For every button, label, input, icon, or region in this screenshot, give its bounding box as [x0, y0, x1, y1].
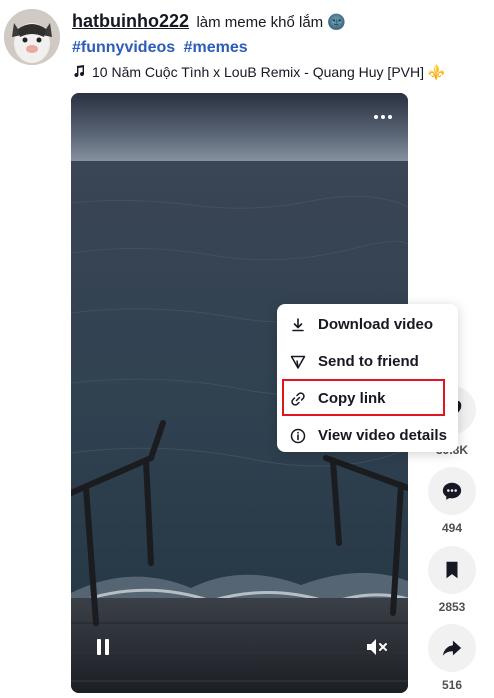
info-icon: [290, 428, 306, 444]
music-title: 10 Năm Cuộc Tình x LouB Remix - Quang Hu…: [92, 64, 446, 80]
hashtag-link[interactable]: #funnyvideos: [72, 39, 175, 56]
send-icon: [290, 354, 306, 370]
download-video-item[interactable]: Download video: [277, 306, 458, 343]
share-button[interactable]: [428, 624, 476, 672]
avatar[interactable]: [4, 9, 60, 65]
video-context-menu: Download video Send to friend Copy link …: [277, 304, 458, 452]
hashtag-link[interactable]: #memes: [184, 39, 248, 56]
comment-icon: [442, 482, 462, 500]
music-note-icon: [72, 64, 86, 81]
dot-icon: [374, 115, 378, 119]
share-arrow-icon: [442, 640, 462, 656]
copy-link-item[interactable]: Copy link: [277, 380, 458, 417]
share-count: 516: [441, 678, 463, 692]
menu-item-label: View video details: [318, 427, 447, 444]
download-icon: [290, 317, 306, 333]
menu-item-label: Download video: [318, 316, 434, 333]
pause-bar-icon: [105, 639, 109, 655]
mute-button[interactable]: [365, 637, 389, 657]
link-icon: [290, 391, 306, 407]
muted-speaker-icon: [367, 639, 387, 655]
pause-button[interactable]: [97, 639, 111, 655]
view-video-details-item[interactable]: View video details: [277, 417, 458, 454]
save-button[interactable]: [428, 546, 476, 594]
menu-item-label: Send to friend: [318, 353, 419, 370]
save-count: 2853: [438, 600, 466, 614]
username-link[interactable]: hatbuinho222: [72, 11, 189, 31]
bookmark-icon: [446, 561, 458, 579]
send-to-friend-item[interactable]: Send to friend: [277, 343, 458, 380]
music-link[interactable]: 10 Năm Cuộc Tình x LouB Remix - Quang Hu…: [72, 64, 445, 81]
post-header-line: hatbuinho222 làm meme khổ lắm 🌚: [72, 11, 346, 32]
more-options-button[interactable]: [374, 115, 392, 119]
comment-count: 494: [441, 521, 463, 535]
dot-icon: [388, 115, 392, 119]
pause-bar-icon: [97, 639, 101, 655]
comment-button[interactable]: [428, 467, 476, 515]
hashtag-list: #funnyvideos #memes: [72, 39, 248, 57]
post-caption: làm meme khổ lắm 🌚: [196, 14, 347, 31]
dot-icon: [381, 115, 385, 119]
menu-item-label: Copy link: [318, 390, 386, 407]
